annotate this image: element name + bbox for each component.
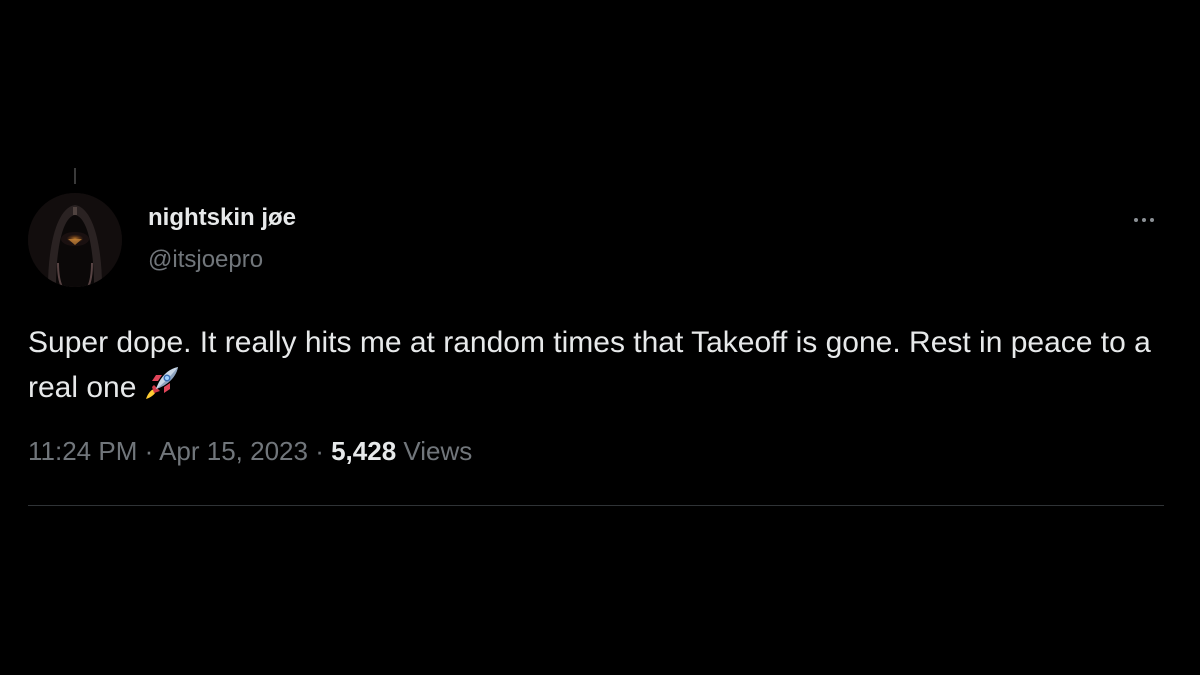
- tweet-text: Super dope. It really hits me at random …: [28, 326, 1151, 404]
- tweet-view: nightskin jøe @itsjoepro Super dope. It …: [0, 0, 1200, 675]
- more-dot-icon: [1142, 218, 1146, 222]
- author-handle[interactable]: @itsjoepro: [148, 246, 263, 274]
- tweet-body: Super dope. It really hits me at random …: [28, 322, 1168, 414]
- avatar[interactable]: [28, 193, 122, 287]
- author-display-name[interactable]: nightskin jøe: [148, 204, 296, 232]
- views-label: Views: [403, 436, 473, 466]
- tweet-time[interactable]: 11:24 PM: [28, 436, 137, 466]
- more-dot-icon: [1150, 218, 1154, 222]
- tweet-date[interactable]: Apr 15, 2023: [159, 436, 308, 466]
- meta-separator: ·: [144, 436, 154, 466]
- more-options-button[interactable]: [1124, 206, 1164, 234]
- divider: [28, 505, 1164, 506]
- meta-separator: ·: [315, 436, 324, 466]
- rocket-emoji-icon: [142, 363, 182, 414]
- views-count: 5,428: [331, 436, 397, 466]
- more-dot-icon: [1134, 218, 1138, 222]
- avatar-image-icon: [28, 193, 122, 287]
- tweet-metadata: 11:24 PM · Apr 15, 2023 · 5,428 Views: [28, 436, 472, 467]
- thread-connector-line: [74, 168, 76, 184]
